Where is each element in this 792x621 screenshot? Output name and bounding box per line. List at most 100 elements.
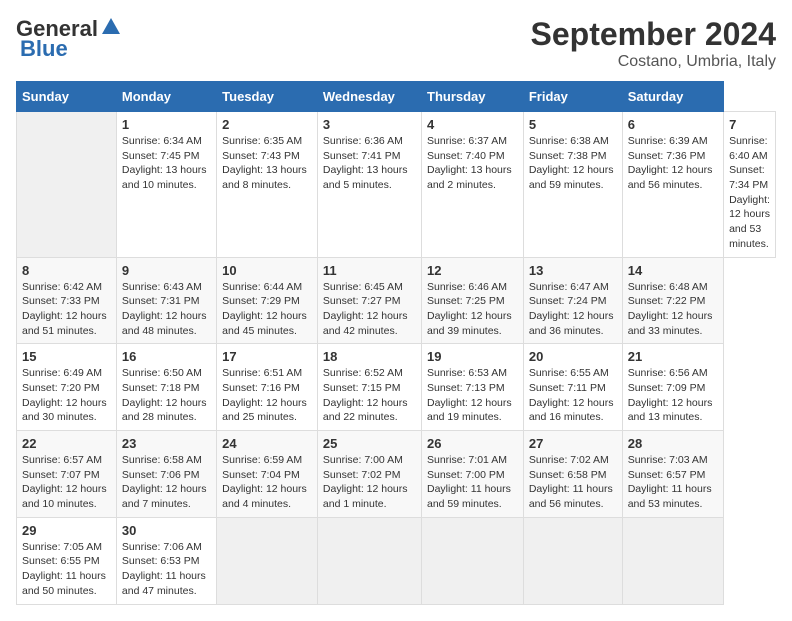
calendar-cell: 16Sunrise: 6:50 AMSunset: 7:18 PMDayligh… <box>116 344 216 431</box>
page-header: General Blue September 2024 Costano, Umb… <box>16 16 776 71</box>
calendar-cell: 5 Sunrise: 6:38 AMSunset: 7:38 PMDaylight… <box>523 112 622 258</box>
calendar-cell: 24 Sunrise: 6:59 AMSunset: 7:04 PMDayligh… <box>217 431 318 518</box>
day-info: Sunrise: 6:47 AMSunset: 7:24 PMDaylight:… <box>529 280 617 339</box>
title-block: September 2024 Costano, Umbria, Italy <box>531 16 776 71</box>
calendar-cell: 12 Sunrise: 6:46 AMSunset: 7:25 PMDayligh… <box>422 257 524 344</box>
day-number: 13 <box>529 263 617 278</box>
calendar-cell: 28Sunrise: 7:03 AMSunset: 6:57 PMDayligh… <box>622 431 723 518</box>
day-info: Sunrise: 6:42 AMSunset: 7:33 PMDaylight:… <box>22 280 111 339</box>
day-number: 10 <box>222 263 312 278</box>
day-info: Sunrise: 6:52 AMSunset: 7:15 PMDaylight:… <box>323 366 416 425</box>
day-number: 6 <box>628 117 718 132</box>
calendar-cell: 23 Sunrise: 6:58 AMSunset: 7:06 PMDayligh… <box>116 431 216 518</box>
day-number: 19 <box>427 349 518 364</box>
page-title: September 2024 <box>531 16 776 53</box>
week-row-2: 8 Sunrise: 6:42 AMSunset: 7:33 PMDaylight… <box>17 257 776 344</box>
day-number: 16 <box>122 349 211 364</box>
day-info: Sunrise: 6:37 AMSunset: 7:40 PMDaylight:… <box>427 134 518 193</box>
calendar-cell: 17 Sunrise: 6:51 AMSunset: 7:16 PMDayligh… <box>217 344 318 431</box>
day-number: 18 <box>323 349 416 364</box>
day-number: 24 <box>222 436 312 451</box>
day-number: 5 <box>529 117 617 132</box>
day-number: 29 <box>22 523 111 538</box>
day-number: 9 <box>122 263 211 278</box>
calendar-cell: 19 Sunrise: 6:53 AMSunset: 7:13 PMDayligh… <box>422 344 524 431</box>
column-header-thursday: Thursday <box>422 82 524 112</box>
calendar-cell: 13 Sunrise: 6:47 AMSunset: 7:24 PMDayligh… <box>523 257 622 344</box>
day-number: 11 <box>323 263 416 278</box>
day-info: Sunrise: 6:46 AMSunset: 7:25 PMDaylight:… <box>427 280 518 339</box>
day-info: Sunrise: 6:49 AMSunset: 7:20 PMDaylight:… <box>22 366 111 425</box>
day-info: Sunrise: 6:48 AMSunset: 7:22 PMDaylight:… <box>628 280 718 339</box>
page-subtitle: Costano, Umbria, Italy <box>531 53 776 71</box>
calendar-cell: 26 Sunrise: 7:01 AMSunset: 7:00 PMDayligh… <box>422 431 524 518</box>
calendar-cell: 4 Sunrise: 6:37 AMSunset: 7:40 PMDaylight… <box>422 112 524 258</box>
calendar-cell: 18 Sunrise: 6:52 AMSunset: 7:15 PMDayligh… <box>317 344 421 431</box>
column-header-tuesday: Tuesday <box>217 82 318 112</box>
column-header-sunday: Sunday <box>17 82 117 112</box>
day-number: 21 <box>628 349 718 364</box>
day-number: 26 <box>427 436 518 451</box>
day-info: Sunrise: 6:43 AMSunset: 7:31 PMDaylight:… <box>122 280 211 339</box>
day-number: 4 <box>427 117 518 132</box>
column-header-friday: Friday <box>523 82 622 112</box>
day-info: Sunrise: 6:44 AMSunset: 7:29 PMDaylight:… <box>222 280 312 339</box>
day-info: Sunrise: 6:40 AMSunset: 7:34 PMDaylight:… <box>729 134 770 252</box>
day-number: 22 <box>22 436 111 451</box>
calendar-cell: 22 Sunrise: 6:57 AMSunset: 7:07 PMDayligh… <box>17 431 117 518</box>
logo-blue: Blue <box>20 36 68 62</box>
day-info: Sunrise: 6:58 AMSunset: 7:06 PMDaylight:… <box>122 453 211 512</box>
day-info: Sunrise: 6:45 AMSunset: 7:27 PMDaylight:… <box>323 280 416 339</box>
calendar-cell: 15Sunrise: 6:49 AMSunset: 7:20 PMDayligh… <box>17 344 117 431</box>
calendar-cell: 2Sunrise: 6:35 AMSunset: 7:43 PMDaylight… <box>217 112 318 258</box>
day-number: 27 <box>529 436 617 451</box>
day-number: 28 <box>628 436 718 451</box>
day-number: 23 <box>122 436 211 451</box>
calendar-cell <box>317 517 421 604</box>
day-number: 30 <box>122 523 211 538</box>
calendar-cell: 27 Sunrise: 7:02 AMSunset: 6:58 PMDayligh… <box>523 431 622 518</box>
logo-icon <box>100 16 122 38</box>
day-number: 2 <box>222 117 312 132</box>
calendar-cell <box>422 517 524 604</box>
day-info: Sunrise: 6:59 AMSunset: 7:04 PMDaylight:… <box>222 453 312 512</box>
calendar-cell: 14 Sunrise: 6:48 AMSunset: 7:22 PMDayligh… <box>622 257 723 344</box>
calendar-cell: 1 Sunrise: 6:34 AMSunset: 7:45 PMDaylight… <box>116 112 216 258</box>
day-number: 14 <box>628 263 718 278</box>
day-number: 1 <box>122 117 211 132</box>
calendar-cell: 25Sunrise: 7:00 AMSunset: 7:02 PMDayligh… <box>317 431 421 518</box>
day-info: Sunrise: 6:53 AMSunset: 7:13 PMDaylight:… <box>427 366 518 425</box>
calendar-cell: 8 Sunrise: 6:42 AMSunset: 7:33 PMDaylight… <box>17 257 117 344</box>
calendar-cell <box>622 517 723 604</box>
day-info: Sunrise: 6:38 AMSunset: 7:38 PMDaylight:… <box>529 134 617 193</box>
day-info: Sunrise: 7:05 AMSunset: 6:55 PMDaylight:… <box>22 540 111 599</box>
logo: General Blue <box>16 16 122 62</box>
calendar-cell: 21 Sunrise: 6:56 AMSunset: 7:09 PMDayligh… <box>622 344 723 431</box>
calendar-cell: 7Sunrise: 6:40 AMSunset: 7:34 PMDaylight… <box>724 112 776 258</box>
day-info: Sunrise: 6:51 AMSunset: 7:16 PMDaylight:… <box>222 366 312 425</box>
day-number: 20 <box>529 349 617 364</box>
calendar-cell <box>523 517 622 604</box>
calendar-cell: 29 Sunrise: 7:05 AMSunset: 6:55 PMDayligh… <box>17 517 117 604</box>
calendar-cell: 10 Sunrise: 6:44 AMSunset: 7:29 PMDayligh… <box>217 257 318 344</box>
week-row-5: 29 Sunrise: 7:05 AMSunset: 6:55 PMDayligh… <box>17 517 776 604</box>
calendar-cell: 9 Sunrise: 6:43 AMSunset: 7:31 PMDaylight… <box>116 257 216 344</box>
calendar-table: SundayMondayTuesdayWednesdayThursdayFrid… <box>16 81 776 605</box>
day-number: 3 <box>323 117 416 132</box>
day-number: 17 <box>222 349 312 364</box>
week-row-1: 1 Sunrise: 6:34 AMSunset: 7:45 PMDaylight… <box>17 112 776 258</box>
day-info: Sunrise: 6:34 AMSunset: 7:45 PMDaylight:… <box>122 134 211 193</box>
week-row-4: 22 Sunrise: 6:57 AMSunset: 7:07 PMDayligh… <box>17 431 776 518</box>
day-info: Sunrise: 6:57 AMSunset: 7:07 PMDaylight:… <box>22 453 111 512</box>
day-info: Sunrise: 6:55 AMSunset: 7:11 PMDaylight:… <box>529 366 617 425</box>
day-info: Sunrise: 6:56 AMSunset: 7:09 PMDaylight:… <box>628 366 718 425</box>
day-info: Sunrise: 7:06 AMSunset: 6:53 PMDaylight:… <box>122 540 211 599</box>
day-number: 12 <box>427 263 518 278</box>
day-info: Sunrise: 7:02 AMSunset: 6:58 PMDaylight:… <box>529 453 617 512</box>
day-number: 8 <box>22 263 111 278</box>
day-info: Sunrise: 7:00 AMSunset: 7:02 PMDaylight:… <box>323 453 416 512</box>
calendar-cell: 6Sunrise: 6:39 AMSunset: 7:36 PMDaylight… <box>622 112 723 258</box>
day-info: Sunrise: 7:01 AMSunset: 7:00 PMDaylight:… <box>427 453 518 512</box>
week-row-3: 15Sunrise: 6:49 AMSunset: 7:20 PMDayligh… <box>17 344 776 431</box>
column-header-monday: Monday <box>116 82 216 112</box>
